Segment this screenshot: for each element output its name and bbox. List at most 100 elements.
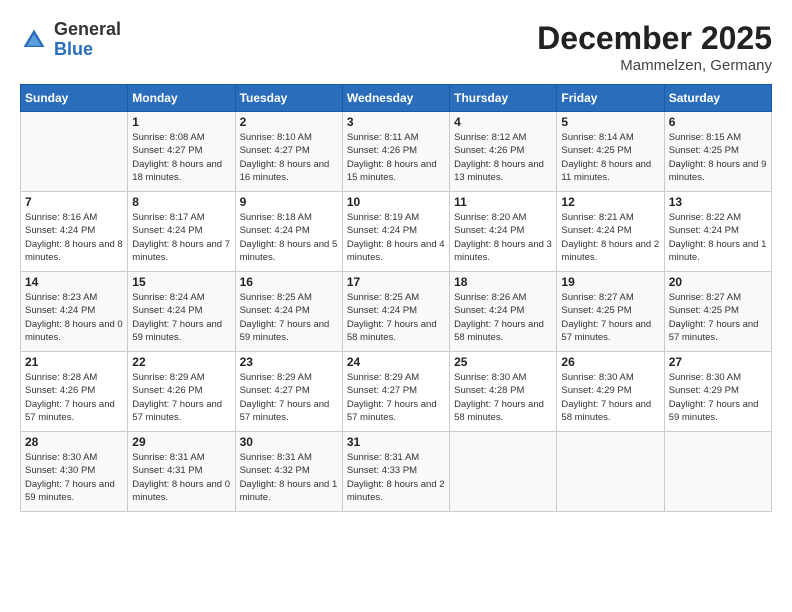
calendar-week-row: 14Sunrise: 8:23 AM Sunset: 4:24 PM Dayli…: [21, 272, 772, 352]
calendar-cell: [21, 112, 128, 192]
day-info: Sunrise: 8:26 AM Sunset: 4:24 PM Dayligh…: [454, 291, 552, 344]
day-header-friday: Friday: [557, 85, 664, 112]
calendar-cell: [450, 432, 557, 512]
month-title: December 2025: [537, 20, 772, 57]
day-number: 23: [240, 355, 338, 369]
calendar-cell: 25 Sunrise: 8:30 AM Sunset: 4:28 PM Dayli…: [450, 352, 557, 432]
calendar-cell: 26 Sunrise: 8:30 AM Sunset: 4:29 PM Dayli…: [557, 352, 664, 432]
calendar-cell: 7 Sunrise: 8:16 AM Sunset: 4:24 PM Daylig…: [21, 192, 128, 272]
day-info: Sunrise: 8:11 AM Sunset: 4:26 PM Dayligh…: [347, 131, 445, 184]
day-info: Sunrise: 8:30 AM Sunset: 4:29 PM Dayligh…: [669, 371, 767, 424]
calendar-cell: 5Sunrise: 8:14 AM Sunset: 4:25 PM Daylig…: [557, 112, 664, 192]
day-number: 27: [669, 355, 767, 369]
calendar-cell: 31 Sunrise: 8:31 AM Sunset: 4:33 PM Dayli…: [342, 432, 449, 512]
day-info: Sunrise: 8:29 AM Sunset: 4:26 PM Dayligh…: [132, 371, 230, 424]
calendar-cell: 10 Sunrise: 8:19 AM Sunset: 4:24 PM Dayli…: [342, 192, 449, 272]
day-info: Sunrise: 8:15 AM Sunset: 4:25 PM Dayligh…: [669, 131, 767, 184]
day-header-wednesday: Wednesday: [342, 85, 449, 112]
day-number: 1: [132, 115, 230, 129]
calendar-header-row: SundayMondayTuesdayWednesdayThursdayFrid…: [21, 85, 772, 112]
day-number: 24: [347, 355, 445, 369]
day-header-tuesday: Tuesday: [235, 85, 342, 112]
day-info: Sunrise: 8:29 AM Sunset: 4:27 PM Dayligh…: [347, 371, 445, 424]
day-number: 10: [347, 195, 445, 209]
day-number: 29: [132, 435, 230, 449]
day-info: Sunrise: 8:21 AM Sunset: 4:24 PM Dayligh…: [561, 211, 659, 264]
day-header-sunday: Sunday: [21, 85, 128, 112]
day-info: Sunrise: 8:08 AM Sunset: 4:27 PM Dayligh…: [132, 131, 230, 184]
day-info: Sunrise: 8:31 AM Sunset: 4:33 PM Dayligh…: [347, 451, 445, 504]
calendar-week-row: 28Sunrise: 8:30 AM Sunset: 4:30 PM Dayli…: [21, 432, 772, 512]
day-number: 22: [132, 355, 230, 369]
day-number: 9: [240, 195, 338, 209]
day-number: 5: [561, 115, 659, 129]
day-info: Sunrise: 8:27 AM Sunset: 4:25 PM Dayligh…: [669, 291, 767, 344]
calendar-cell: 21Sunrise: 8:28 AM Sunset: 4:26 PM Dayli…: [21, 352, 128, 432]
day-info: Sunrise: 8:25 AM Sunset: 4:24 PM Dayligh…: [240, 291, 338, 344]
calendar-cell: 13Sunrise: 8:22 AM Sunset: 4:24 PM Dayli…: [664, 192, 771, 272]
calendar-cell: 8 Sunrise: 8:17 AM Sunset: 4:24 PM Daylig…: [128, 192, 235, 272]
day-info: Sunrise: 8:25 AM Sunset: 4:24 PM Dayligh…: [347, 291, 445, 344]
day-number: 17: [347, 275, 445, 289]
day-info: Sunrise: 8:10 AM Sunset: 4:27 PM Dayligh…: [240, 131, 338, 184]
calendar-cell: 2 Sunrise: 8:10 AM Sunset: 4:27 PM Daylig…: [235, 112, 342, 192]
day-number: 20: [669, 275, 767, 289]
day-info: Sunrise: 8:30 AM Sunset: 4:30 PM Dayligh…: [25, 451, 123, 504]
calendar-week-row: 7 Sunrise: 8:16 AM Sunset: 4:24 PM Daylig…: [21, 192, 772, 272]
day-info: Sunrise: 8:31 AM Sunset: 4:32 PM Dayligh…: [240, 451, 338, 504]
calendar-table: SundayMondayTuesdayWednesdayThursdayFrid…: [20, 84, 772, 512]
day-number: 31: [347, 435, 445, 449]
day-number: 18: [454, 275, 552, 289]
calendar-week-row: 21Sunrise: 8:28 AM Sunset: 4:26 PM Dayli…: [21, 352, 772, 432]
day-info: Sunrise: 8:24 AM Sunset: 4:24 PM Dayligh…: [132, 291, 230, 344]
calendar-cell: 17 Sunrise: 8:25 AM Sunset: 4:24 PM Dayli…: [342, 272, 449, 352]
calendar-cell: 4Sunrise: 8:12 AM Sunset: 4:26 PM Daylig…: [450, 112, 557, 192]
day-info: Sunrise: 8:17 AM Sunset: 4:24 PM Dayligh…: [132, 211, 230, 264]
calendar-cell: [557, 432, 664, 512]
day-number: 8: [132, 195, 230, 209]
calendar-week-row: 1 Sunrise: 8:08 AM Sunset: 4:27 PM Daylig…: [21, 112, 772, 192]
day-number: 7: [25, 195, 123, 209]
calendar-cell: 9 Sunrise: 8:18 AM Sunset: 4:24 PM Daylig…: [235, 192, 342, 272]
calendar-cell: 28Sunrise: 8:30 AM Sunset: 4:30 PM Dayli…: [21, 432, 128, 512]
calendar-cell: 11Sunrise: 8:20 AM Sunset: 4:24 PM Dayli…: [450, 192, 557, 272]
calendar-cell: 14Sunrise: 8:23 AM Sunset: 4:24 PM Dayli…: [21, 272, 128, 352]
location: Mammelzen, Germany: [537, 57, 772, 74]
day-header-saturday: Saturday: [664, 85, 771, 112]
day-info: Sunrise: 8:30 AM Sunset: 4:29 PM Dayligh…: [561, 371, 659, 424]
page-header: General Blue December 2025 Mammelzen, Ge…: [20, 20, 772, 74]
logo: General Blue: [20, 20, 121, 60]
day-info: Sunrise: 8:18 AM Sunset: 4:24 PM Dayligh…: [240, 211, 338, 264]
calendar-cell: 27 Sunrise: 8:30 AM Sunset: 4:29 PM Dayli…: [664, 352, 771, 432]
day-number: 19: [561, 275, 659, 289]
calendar-cell: 24 Sunrise: 8:29 AM Sunset: 4:27 PM Dayli…: [342, 352, 449, 432]
day-header-thursday: Thursday: [450, 85, 557, 112]
calendar-cell: 23 Sunrise: 8:29 AM Sunset: 4:27 PM Dayli…: [235, 352, 342, 432]
day-header-monday: Monday: [128, 85, 235, 112]
logo-blue-text: Blue: [54, 39, 93, 59]
day-info: Sunrise: 8:30 AM Sunset: 4:28 PM Dayligh…: [454, 371, 552, 424]
calendar-cell: 15 Sunrise: 8:24 AM Sunset: 4:24 PM Dayli…: [128, 272, 235, 352]
calendar-cell: 1 Sunrise: 8:08 AM Sunset: 4:27 PM Daylig…: [128, 112, 235, 192]
day-number: 25: [454, 355, 552, 369]
day-info: Sunrise: 8:19 AM Sunset: 4:24 PM Dayligh…: [347, 211, 445, 264]
day-number: 2: [240, 115, 338, 129]
day-number: 30: [240, 435, 338, 449]
day-info: Sunrise: 8:20 AM Sunset: 4:24 PM Dayligh…: [454, 211, 552, 264]
day-number: 16: [240, 275, 338, 289]
day-info: Sunrise: 8:23 AM Sunset: 4:24 PM Dayligh…: [25, 291, 123, 344]
day-info: Sunrise: 8:27 AM Sunset: 4:25 PM Dayligh…: [561, 291, 659, 344]
day-number: 6: [669, 115, 767, 129]
calendar-cell: 6 Sunrise: 8:15 AM Sunset: 4:25 PM Daylig…: [664, 112, 771, 192]
day-number: 26: [561, 355, 659, 369]
logo-general-text: General: [54, 19, 121, 39]
day-number: 12: [561, 195, 659, 209]
day-info: Sunrise: 8:29 AM Sunset: 4:27 PM Dayligh…: [240, 371, 338, 424]
calendar-cell: 22 Sunrise: 8:29 AM Sunset: 4:26 PM Dayli…: [128, 352, 235, 432]
calendar-cell: 16 Sunrise: 8:25 AM Sunset: 4:24 PM Dayli…: [235, 272, 342, 352]
day-info: Sunrise: 8:16 AM Sunset: 4:24 PM Dayligh…: [25, 211, 123, 264]
day-info: Sunrise: 8:31 AM Sunset: 4:31 PM Dayligh…: [132, 451, 230, 504]
day-number: 4: [454, 115, 552, 129]
day-info: Sunrise: 8:28 AM Sunset: 4:26 PM Dayligh…: [25, 371, 123, 424]
day-number: 15: [132, 275, 230, 289]
